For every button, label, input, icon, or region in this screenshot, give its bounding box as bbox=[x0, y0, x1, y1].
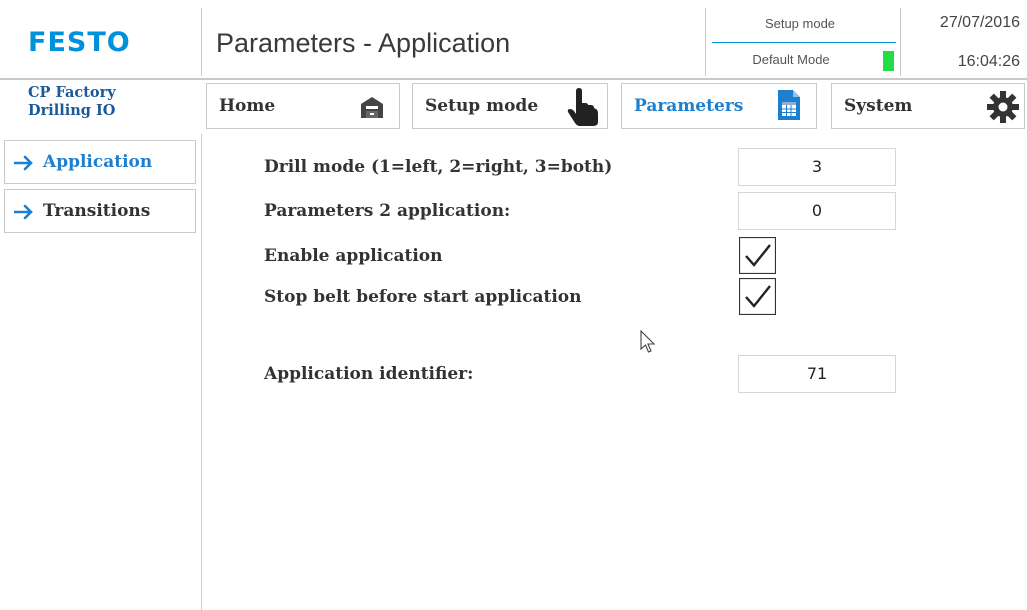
param2-label: Parameters 2 application: bbox=[264, 201, 511, 221]
mode-divider bbox=[712, 42, 896, 43]
station-name: CP Factory Drilling IO bbox=[28, 84, 198, 120]
drill-mode-field[interactable]: 3 bbox=[738, 148, 896, 186]
arrow-right-icon bbox=[14, 155, 33, 171]
enable-application-checkbox[interactable] bbox=[739, 237, 776, 274]
arrow-right-icon bbox=[14, 204, 33, 220]
stop-belt-label: Stop belt before start application bbox=[264, 287, 582, 307]
sidebar-item-label: Transitions bbox=[43, 201, 151, 221]
home-icon bbox=[361, 97, 383, 118]
nav-system-label: System bbox=[844, 96, 913, 116]
nav-setup-label: Setup mode bbox=[425, 96, 539, 116]
header-underline bbox=[0, 78, 1027, 80]
sidebar-item-application[interactable]: Application bbox=[4, 140, 196, 184]
sidebar-divider bbox=[201, 134, 202, 610]
application-identifier-label: Application identifier: bbox=[264, 364, 474, 384]
header-divider bbox=[201, 8, 202, 76]
date-display: 27/07/2016 bbox=[939, 14, 1020, 31]
document-table-icon bbox=[778, 90, 800, 120]
application-identifier-field[interactable]: 71 bbox=[738, 355, 896, 393]
gear-icon bbox=[987, 91, 1019, 123]
default-mode-label: Default Mode bbox=[752, 52, 830, 67]
param2-field[interactable]: 0 bbox=[738, 192, 896, 230]
header-divider bbox=[900, 8, 901, 76]
sidebar-item-label: Application bbox=[43, 152, 153, 172]
station-name-line1: CP Factory bbox=[28, 84, 116, 101]
header-bar: FESTO Parameters - Application Setup mod… bbox=[0, 0, 1027, 78]
nav-setup-button[interactable]: Setup mode bbox=[412, 83, 608, 129]
festo-logo: FESTO bbox=[28, 27, 131, 58]
stop-belt-checkbox[interactable] bbox=[739, 278, 776, 315]
time-display: 16:04:26 bbox=[957, 53, 1020, 70]
sidebar-item-transitions[interactable]: Transitions bbox=[4, 189, 196, 233]
setup-mode-label: Setup mode bbox=[764, 16, 836, 31]
status-indicator bbox=[883, 51, 894, 71]
nav-home-button[interactable]: Home bbox=[206, 83, 400, 129]
station-name-line2: Drilling IO bbox=[28, 102, 116, 119]
nav-parameters-button[interactable]: Parameters bbox=[621, 83, 817, 129]
enable-application-label: Enable application bbox=[264, 246, 443, 266]
hand-pointer-icon bbox=[567, 88, 598, 126]
mouse-cursor-icon bbox=[640, 330, 656, 353]
nav-parameters-label: Parameters bbox=[634, 96, 744, 116]
nav-system-button[interactable]: System bbox=[831, 83, 1025, 129]
page-title: Parameters - Application bbox=[216, 28, 511, 58]
drill-mode-label: Drill mode (1=left, 2=right, 3=both) bbox=[264, 157, 613, 177]
nav-home-label: Home bbox=[219, 96, 276, 116]
